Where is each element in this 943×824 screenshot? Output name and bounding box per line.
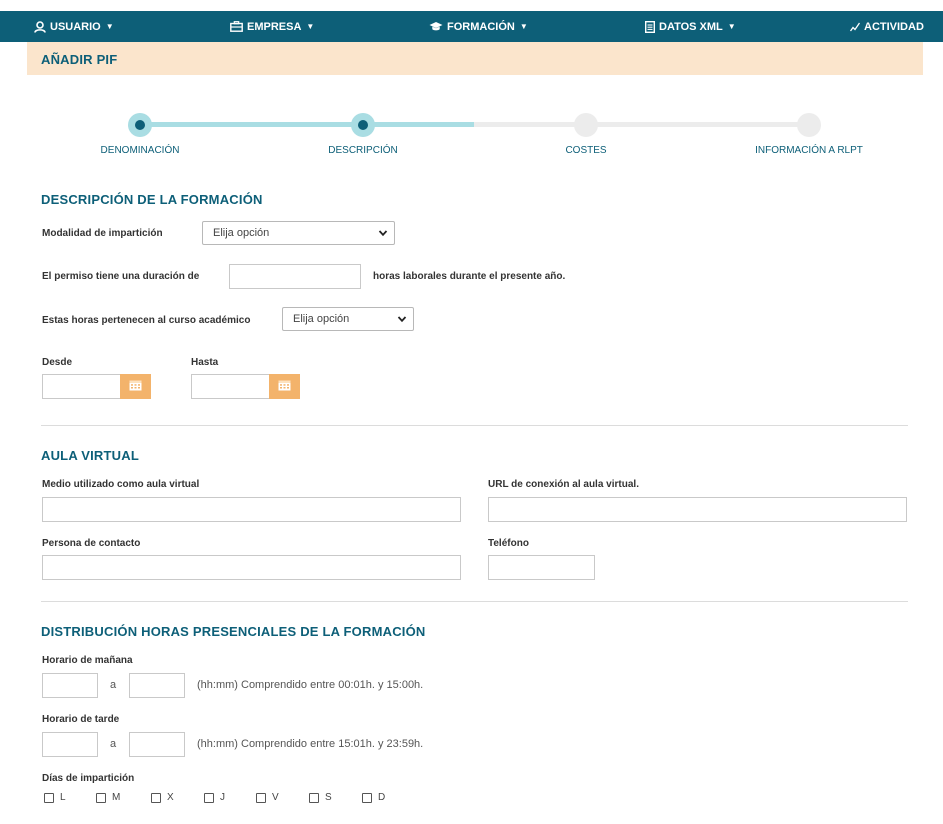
desde-calendar-button[interactable]: [120, 374, 151, 399]
step-3-indicator[interactable]: [574, 113, 598, 137]
medio-aula-label: Medio utilizado como aula virtual: [42, 479, 200, 490]
day-checkbox-m[interactable]: M: [96, 792, 120, 803]
day-label: M: [112, 792, 121, 803]
section-title-aula-virtual: AULA VIRTUAL: [41, 448, 139, 463]
day-label: V: [272, 792, 279, 803]
step-1-indicator[interactable]: [128, 113, 152, 137]
checkbox[interactable]: [44, 792, 54, 803]
manana-hasta-input[interactable]: [129, 673, 185, 698]
permiso-label: El permiso tiene una duración de: [42, 271, 200, 282]
graduation-cap-icon: [429, 21, 443, 32]
manana-a-text: a: [110, 679, 117, 691]
step-1-label[interactable]: DENOMINACIÓN: [101, 145, 180, 156]
curso-select-value: Elija opción: [293, 313, 350, 325]
nav-usuario-label: USUARIO: [50, 20, 101, 33]
day-checkbox-l[interactable]: L: [44, 792, 66, 803]
stepper-track-completed: [140, 122, 474, 127]
modalidad-select[interactable]: Elija opción: [202, 221, 395, 245]
section-title-distribucion: DISTRIBUCIÓN HORAS PRESENCIALES DE LA FO…: [41, 624, 426, 639]
day-checkbox-v[interactable]: V: [256, 792, 279, 803]
user-icon: [34, 20, 46, 33]
nav-empresa-label: EMPRESA: [247, 20, 302, 33]
url-aula-input[interactable]: [488, 497, 907, 522]
hasta-label: Hasta: [191, 357, 219, 368]
manana-hint: (hh:mm) Comprendido entre 00:01h. y 15:0…: [197, 679, 424, 691]
day-checkbox-s[interactable]: S: [309, 792, 332, 803]
hasta-date-picker: [191, 374, 300, 399]
activity-chart-icon: [850, 22, 860, 32]
day-label: X: [167, 792, 174, 803]
nav-formacion-label: FORMACIÓN: [447, 20, 515, 33]
day-checkbox-d[interactable]: D: [362, 792, 385, 803]
page-header: AÑADIR PIF: [27, 42, 923, 75]
chevron-down-icon: [397, 314, 407, 327]
top-navigation-bar: USUARIO ▼ EMPRESA ▼ FORMACIÓN ▼ DATOS XML ▼ …: [0, 11, 943, 42]
briefcase-icon: [230, 21, 243, 32]
medio-aula-input[interactable]: [42, 497, 461, 522]
step-2-indicator[interactable]: [351, 113, 375, 137]
progress-stepper: DENOMINACIÓN DESCRIPCIÓN COSTES INFORMAC…: [0, 110, 943, 170]
tarde-a-text: a: [110, 738, 117, 750]
step-2-label[interactable]: DESCRIPCIÓN: [328, 145, 397, 156]
curso-select[interactable]: Elija opción: [282, 307, 414, 331]
section-title-descripcion: DESCRIPCIÓN DE LA FORMACIÓN: [41, 192, 263, 207]
nav-datos-xml-label: DATOS XML: [659, 20, 723, 33]
nav-formacion[interactable]: FORMACIÓN ▼: [429, 11, 528, 42]
curso-label: Estas horas pertenecen al curso académic…: [42, 315, 251, 326]
step-3-label[interactable]: COSTES: [565, 145, 606, 156]
checkbox[interactable]: [151, 792, 161, 803]
day-checkbox-j[interactable]: J: [204, 792, 225, 803]
step-4-label[interactable]: INFORMACIÓN A RLPT: [755, 145, 863, 156]
permiso-suffix-label: horas laborales durante el presente año.: [373, 271, 566, 282]
modalidad-select-value: Elija opción: [213, 227, 270, 239]
calendar-icon: [129, 378, 142, 396]
dias-imparticion-label: Días de impartición: [42, 773, 135, 784]
page-title: AÑADIR PIF: [41, 52, 118, 67]
permiso-horas-input[interactable]: [229, 264, 361, 289]
checkbox[interactable]: [362, 792, 372, 803]
stepper-track-pending: [474, 122, 809, 127]
section-divider: [41, 425, 908, 426]
step-4-indicator[interactable]: [797, 113, 821, 137]
nav-empresa[interactable]: EMPRESA ▼: [230, 11, 314, 42]
caret-down-icon: ▼: [105, 22, 114, 31]
hasta-calendar-button[interactable]: [269, 374, 300, 399]
tarde-desde-input[interactable]: [42, 732, 98, 757]
nav-actividad[interactable]: ACTIVIDAD: [850, 11, 924, 42]
hasta-date-input[interactable]: [191, 374, 270, 399]
desde-date-input[interactable]: [42, 374, 121, 399]
day-label: J: [220, 792, 225, 803]
day-label: S: [325, 792, 332, 803]
day-label: L: [60, 792, 66, 803]
checkbox[interactable]: [256, 792, 266, 803]
caret-down-icon: ▼: [519, 22, 528, 31]
checkbox[interactable]: [204, 792, 214, 803]
persona-contacto-input[interactable]: [42, 555, 461, 580]
horario-tarde-label: Horario de tarde: [42, 714, 120, 725]
section-divider: [41, 601, 908, 602]
day-label: D: [378, 792, 386, 803]
chevron-down-icon: [378, 228, 388, 241]
caret-down-icon: ▼: [727, 22, 736, 31]
nav-actividad-label: ACTIVIDAD: [864, 20, 924, 33]
calendar-icon: [278, 378, 291, 396]
day-checkbox-x[interactable]: X: [151, 792, 174, 803]
tarde-hasta-input[interactable]: [129, 732, 185, 757]
desde-label: Desde: [42, 357, 73, 368]
modalidad-label: Modalidad de impartición: [42, 228, 163, 239]
caret-down-icon: ▼: [306, 22, 315, 31]
telefono-input[interactable]: [488, 555, 595, 580]
checkbox[interactable]: [96, 792, 106, 803]
persona-contacto-label: Persona de contacto: [42, 538, 141, 549]
url-aula-label: URL de conexión al aula virtual.: [488, 479, 639, 490]
horario-manana-label: Horario de mañana: [42, 655, 133, 666]
document-icon: [645, 20, 655, 33]
checkbox[interactable]: [309, 792, 319, 803]
telefono-label: Teléfono: [488, 538, 529, 549]
tarde-hint: (hh:mm) Comprendido entre 15:01h. y 23:5…: [197, 738, 424, 750]
manana-desde-input[interactable]: [42, 673, 98, 698]
desde-date-picker: [42, 374, 151, 399]
nav-datos-xml[interactable]: DATOS XML ▼: [645, 11, 736, 42]
nav-usuario[interactable]: USUARIO ▼: [34, 11, 114, 42]
